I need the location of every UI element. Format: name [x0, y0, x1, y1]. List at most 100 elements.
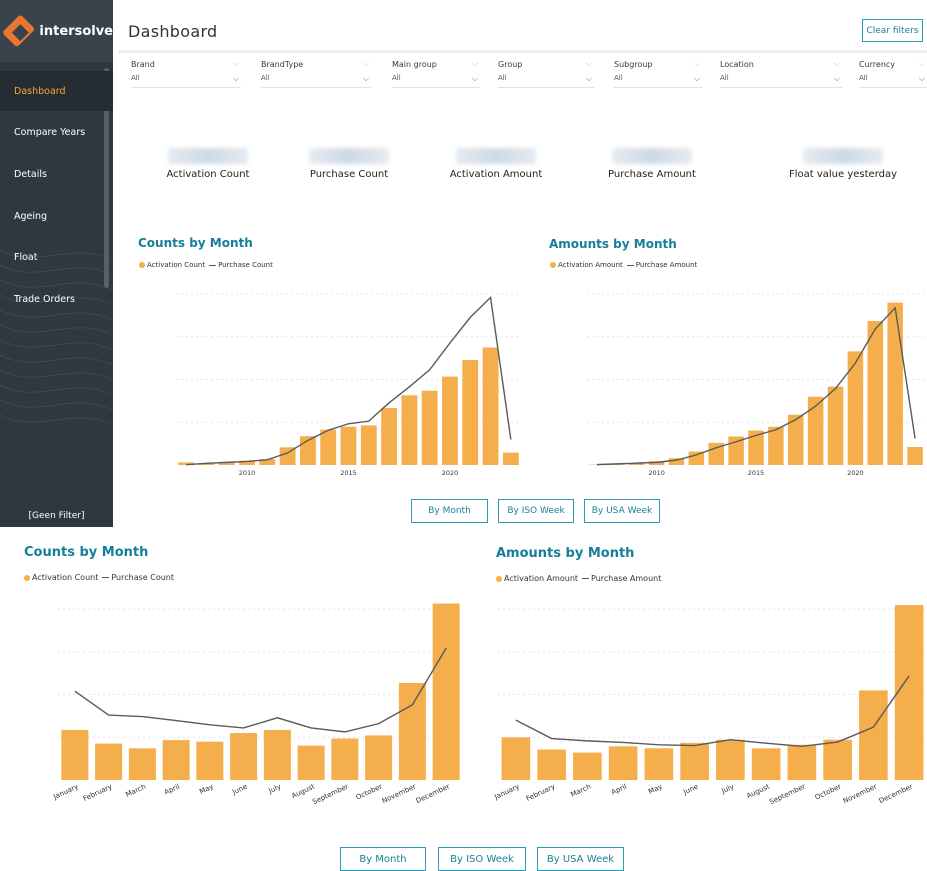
by-month-button[interactable]: By Month	[340, 847, 426, 871]
kpi-value-blurred	[456, 148, 536, 164]
x-tick-label: July	[720, 783, 736, 796]
bar	[644, 748, 674, 780]
sidebar-item-dashboard[interactable]: Dashboard	[0, 71, 113, 111]
kpi-label: Purchase Amount	[608, 169, 696, 180]
by-month-button[interactable]: By Month	[411, 499, 488, 523]
series-line	[74, 647, 447, 733]
x-tick-label: December	[878, 783, 914, 806]
filter-value: All	[614, 74, 623, 82]
clear-filters-button[interactable]: Clear filters	[862, 19, 923, 42]
bar	[421, 390, 438, 465]
chevron-down-icon[interactable]: ⌵	[919, 74, 925, 84]
bar	[728, 436, 744, 465]
chart-title: Amounts by Month	[496, 546, 635, 561]
chevron-down-icon[interactable]: ⌵	[472, 74, 478, 84]
bar	[680, 742, 709, 780]
bar	[263, 729, 291, 780]
bar	[573, 752, 602, 780]
x-tick-label: September	[311, 783, 350, 807]
chevron-down-icon: ⌵	[585, 59, 592, 68]
filter-brandtype[interactable]: BrandType All ⌵ ⌵	[261, 59, 371, 88]
x-tick-label: May	[198, 783, 215, 796]
legend-bar-swatch	[24, 574, 30, 581]
bar	[331, 738, 359, 780]
chevron-down-icon[interactable]: ⌵	[834, 74, 840, 84]
x-tick-label: January	[492, 783, 520, 802]
kpi-activation-count: Activation Count	[138, 148, 278, 180]
bar	[768, 426, 784, 465]
legend-item: Purchase Count	[111, 573, 174, 582]
filter-underline	[261, 87, 371, 88]
series-line	[515, 675, 910, 748]
chevron-down-icon[interactable]: ⌵	[586, 74, 592, 84]
filter-group[interactable]: Group All ⌵ ⌵	[498, 59, 594, 88]
bar	[502, 452, 519, 465]
by-iso-week-button[interactable]: By ISO Week	[438, 847, 526, 871]
kpi-value-blurred	[168, 148, 248, 164]
bar	[381, 408, 398, 465]
amounts-by-year-chart: 2010 2015 2020	[587, 293, 925, 477]
filter-underline	[131, 87, 241, 88]
by-usa-week-button[interactable]: By USA Week	[537, 847, 624, 871]
bar	[95, 743, 123, 780]
legend-item: Purchase Count	[218, 261, 273, 269]
sidebar-item-float[interactable]: Float	[0, 237, 113, 277]
kpi-float-value-yesterday: Float value yesterday	[773, 148, 913, 180]
sidebar-item-details[interactable]: Details	[0, 154, 113, 194]
intersolve-logo-icon	[1, 14, 36, 48]
bar	[398, 682, 426, 780]
x-tick-label: October	[814, 783, 843, 802]
bar	[867, 321, 884, 465]
logo: intersolve	[0, 0, 113, 62]
bar	[442, 376, 458, 465]
kpi-label: Purchase Count	[309, 169, 389, 180]
chevron-down-icon[interactable]: ⌵	[363, 74, 369, 84]
legend-bar-swatch	[496, 575, 502, 582]
filter-label: Currency	[859, 60, 896, 69]
bar	[537, 749, 566, 780]
bar	[907, 447, 923, 465]
sidebar-item-compare-years[interactable]: Compare Years	[0, 112, 113, 152]
counts-by-month-chart: January February March April May June July Augu…	[51, 603, 463, 807]
x-tick-label: October	[355, 783, 384, 802]
sidebar-item-label: Float	[14, 251, 38, 263]
bar	[162, 740, 190, 780]
x-tick-label: 2015	[340, 469, 357, 477]
logo-text: intersolve	[39, 23, 113, 39]
by-usa-week-button[interactable]: By USA Week	[584, 499, 660, 523]
sidebar: intersolve Dashboard Compare Years Detai…	[0, 0, 113, 527]
bar	[128, 748, 156, 780]
sidebar-item-ageing[interactable]: Ageing	[0, 196, 113, 236]
bar	[827, 386, 844, 465]
x-tick-label: November	[381, 783, 417, 806]
filter-value: All	[131, 74, 140, 82]
legend-item: Activation Amount	[504, 574, 579, 583]
chart-title: Counts by Month	[138, 236, 253, 250]
sidebar-item-trade-orders[interactable]: Trade Orders	[0, 279, 113, 319]
bar	[230, 733, 258, 780]
legend-item: Activation Count	[147, 261, 206, 269]
kpi-purchase-amount: Purchase Amount	[582, 148, 722, 180]
by-iso-week-button[interactable]: By ISO Week	[498, 499, 574, 523]
filter-subgroup[interactable]: Subgroup All ⌵ ⌵	[614, 59, 702, 88]
chevron-down-icon[interactable]: ⌵	[233, 74, 239, 84]
x-tick-label: 2020	[847, 469, 864, 477]
chevron-down-icon: ⌵	[232, 59, 239, 68]
chart-legend: Activation Count Purchase Count	[24, 573, 174, 582]
chevron-down-icon[interactable]: ⌵	[694, 74, 700, 84]
x-tick-label: August	[745, 782, 771, 800]
legend-bar-swatch	[550, 262, 556, 268]
filter-main-group[interactable]: Main group All ⌵ ⌵	[392, 59, 480, 88]
filter-currency[interactable]: Currency All ⌵ ⌵	[859, 59, 927, 88]
kpi-value-blurred	[309, 148, 389, 164]
bar	[887, 302, 903, 465]
legend-bar-swatch	[139, 262, 145, 268]
geen-filter-label[interactable]: [Geen Filter]	[0, 511, 113, 521]
filter-label: Main group	[392, 60, 437, 69]
filter-location[interactable]: Location All ⌵ ⌵	[720, 59, 842, 88]
filter-brand[interactable]: Brand All ⌵ ⌵	[131, 59, 241, 88]
x-tick-label: February	[525, 783, 557, 803]
chevron-down-icon: ⌵	[918, 59, 925, 68]
filter-label: Subgroup	[614, 60, 653, 69]
x-tick-label: 2010	[239, 469, 256, 477]
